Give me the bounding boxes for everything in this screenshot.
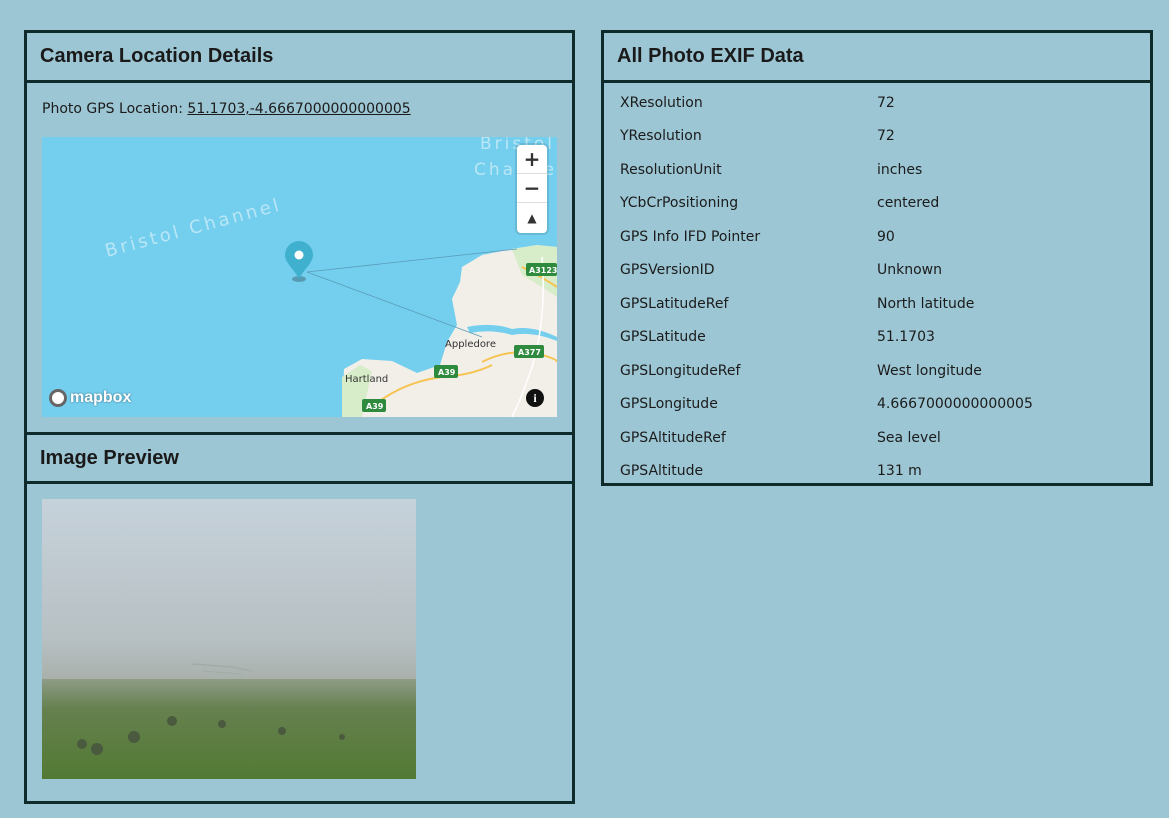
exif-table: XResolution 72 YResolution 72 Resolution…: [604, 86, 1150, 488]
exif-row: GPSVersionID Unknown: [604, 254, 1150, 288]
exif-panel-header: All Photo EXIF Data: [604, 33, 1150, 83]
exif-key: XResolution: [620, 94, 703, 111]
exif-key: ResolutionUnit: [620, 161, 722, 178]
location-panel-title: Camera Location Details: [40, 45, 274, 67]
image-preview: [42, 499, 416, 779]
gps-location-line: Photo GPS Location: 51.1703,-4.666700000…: [42, 101, 411, 117]
image-preview-header: Image Preview: [27, 432, 572, 484]
exif-row: XResolution 72: [604, 86, 1150, 120]
exif-row: GPSLongitudeRef West longitude: [604, 354, 1150, 388]
exif-key: GPS Info IFD Pointer: [620, 228, 761, 245]
map-road-label: A377: [518, 348, 541, 357]
exif-value: Sea level: [877, 429, 941, 446]
zoom-in-button[interactable]: +: [517, 145, 547, 174]
location-map[interactable]: Bristol Channel Bristol Channel Appledor…: [42, 137, 557, 417]
exif-row: YResolution 72: [604, 120, 1150, 154]
map-road-label: A3123: [529, 266, 557, 275]
exif-value: inches: [877, 161, 923, 178]
exif-value: centered: [877, 195, 940, 212]
exif-row: GPSLongitude 4.6667000000000005: [604, 388, 1150, 422]
gps-location-label: Photo GPS Location:: [42, 101, 183, 117]
exif-key: GPSLongitude: [620, 396, 718, 413]
location-panel-header: Camera Location Details: [27, 33, 572, 83]
map-road-label: A39: [438, 368, 456, 377]
compass-button[interactable]: ▲: [517, 203, 547, 232]
exif-key: YResolution: [620, 128, 702, 145]
mapbox-logo-icon: [49, 389, 67, 407]
map-road-label: A39: [366, 402, 384, 411]
map-place-label: Hartland: [345, 374, 388, 385]
exif-row: YCbCrPositioning centered: [604, 187, 1150, 221]
exif-row: GPS Info IFD Pointer 90: [604, 220, 1150, 254]
exif-key: GPSLongitudeRef: [620, 362, 741, 379]
exif-row: GPSAltitudeRef Sea level: [604, 421, 1150, 455]
exif-key: GPSAltitudeRef: [620, 429, 726, 446]
map-attribution-info-button[interactable]: i: [526, 389, 544, 407]
exif-data-panel: All Photo EXIF Data XResolution 72 YReso…: [601, 30, 1153, 486]
exif-key: GPSAltitude: [620, 463, 704, 480]
exif-value: 131 m: [877, 463, 922, 480]
image-preview-title: Image Preview: [40, 446, 179, 469]
photo-preview-image: [42, 499, 416, 779]
exif-key: GPSLatitude: [620, 329, 706, 346]
exif-value: Unknown: [877, 262, 942, 279]
exif-panel-title: All Photo EXIF Data: [617, 45, 804, 67]
exif-value: 4.6667000000000005: [877, 396, 1033, 413]
mapbox-logo[interactable]: mapbox: [49, 389, 131, 407]
camera-location-panel: Camera Location Details Photo GPS Locati…: [24, 30, 575, 804]
exif-value: North latitude: [877, 295, 975, 312]
exif-value: 90: [877, 228, 895, 245]
exif-key: GPSVersionID: [620, 262, 715, 279]
exif-value: 72: [877, 94, 895, 111]
mapbox-logo-text: mapbox: [70, 389, 132, 406]
exif-row: GPSLatitudeRef North latitude: [604, 287, 1150, 321]
exif-key: GPSLatitudeRef: [620, 295, 729, 312]
exif-value: 51.1703: [877, 329, 935, 346]
exif-row: GPSLatitude 51.1703: [604, 321, 1150, 355]
zoom-out-button[interactable]: −: [517, 174, 547, 203]
map-canvas[interactable]: Bristol Channel Bristol Channel Appledor…: [42, 137, 557, 417]
map-navigation-controls: + − ▲: [517, 145, 547, 233]
exif-key: YCbCrPositioning: [620, 195, 739, 212]
map-place-label: Appledore: [445, 339, 496, 350]
exif-value: West longitude: [877, 362, 982, 379]
exif-value: 72: [877, 128, 895, 145]
exif-row: ResolutionUnit inches: [604, 153, 1150, 187]
exif-row: GPSAltitude 131 m: [604, 455, 1150, 489]
gps-location-link[interactable]: 51.1703,-4.6667000000000005: [187, 101, 410, 117]
